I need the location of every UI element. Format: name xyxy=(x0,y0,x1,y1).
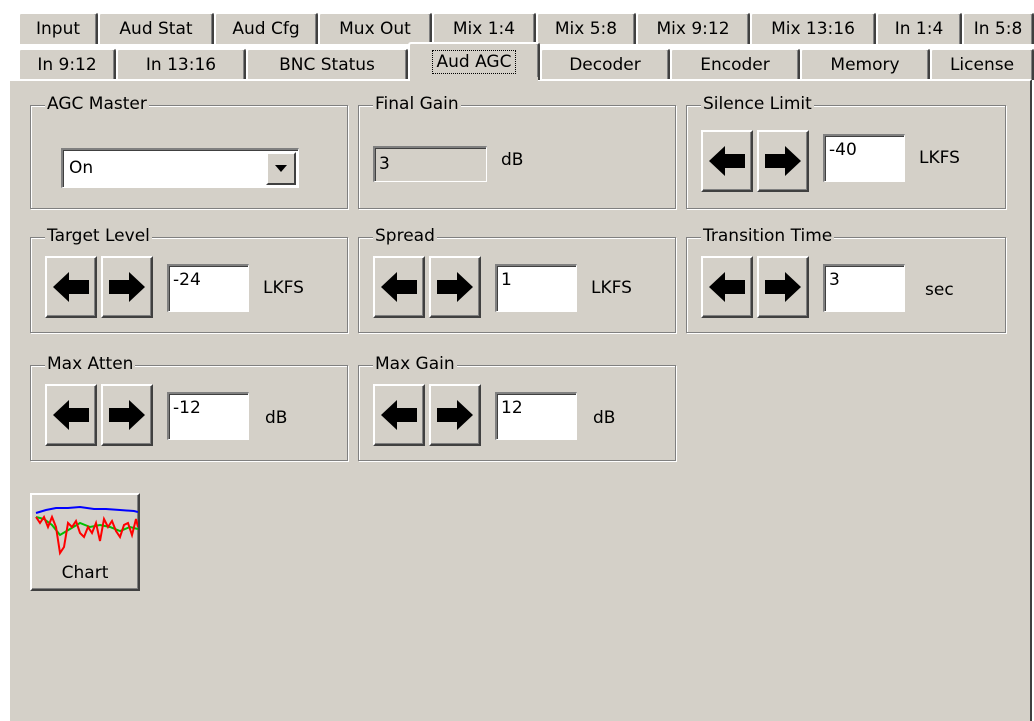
target-level-increase-button[interactable] xyxy=(101,256,153,318)
target-level-group: Target Level -24 LKFS xyxy=(30,226,348,333)
tab-aud-agc[interactable]: Aud AGC xyxy=(408,42,540,80)
right-arrow-icon xyxy=(765,272,801,302)
right-arrow-icon xyxy=(437,272,473,302)
spread-decrease-button[interactable] xyxy=(373,256,425,318)
max-gain-decrease-button[interactable] xyxy=(373,384,425,446)
agc-master-value: On xyxy=(69,158,94,178)
transition-time-input[interactable]: 3 xyxy=(823,264,905,312)
silence-limit-input[interactable]: -40 xyxy=(823,134,905,182)
final-gain-title: Final Gain xyxy=(373,94,461,114)
tab-mix-5-8[interactable]: Mix 5:8 xyxy=(536,12,636,44)
max-gain-increase-button[interactable] xyxy=(429,384,481,446)
left-arrow-icon xyxy=(53,400,89,430)
tab-encoder[interactable]: Encoder xyxy=(670,48,800,80)
right-arrow-icon xyxy=(765,146,801,176)
target-level-unit: LKFS xyxy=(263,278,304,298)
tab-aud-cfg[interactable]: Aud Cfg xyxy=(214,12,318,44)
spread-input[interactable]: 1 xyxy=(495,264,577,312)
tab-decoder[interactable]: Decoder xyxy=(540,48,670,80)
tab-in-1-4[interactable]: In 1:4 xyxy=(876,12,962,44)
max-gain-group: Max Gain 12 dB xyxy=(358,354,676,461)
max-atten-decrease-button[interactable] xyxy=(45,384,97,446)
max-gain-unit: dB xyxy=(593,408,616,428)
aud-agc-panel: AGC Master On Final Gain 3 dB Silence Li… xyxy=(8,79,1032,721)
agc-master-group: AGC Master On xyxy=(30,94,348,209)
tab-memory[interactable]: Memory xyxy=(800,48,930,80)
left-arrow-icon xyxy=(381,400,417,430)
tab-aud-stat[interactable]: Aud Stat xyxy=(98,12,214,44)
tab-mux-out[interactable]: Mux Out xyxy=(318,12,432,44)
max-atten-group: Max Atten -12 dB xyxy=(30,354,348,461)
tab-bnc-status[interactable]: BNC Status xyxy=(246,48,408,80)
active-tab-join xyxy=(410,77,538,83)
tab-in-13-16[interactable]: In 13:16 xyxy=(116,48,246,80)
silence-limit-increase-button[interactable] xyxy=(757,130,809,192)
spread-increase-button[interactable] xyxy=(429,256,481,318)
transition-time-group: Transition Time 3 sec xyxy=(686,226,1006,333)
spread-title: Spread xyxy=(373,226,437,246)
target-level-input[interactable]: -24 xyxy=(167,264,249,312)
silence-limit-group: Silence Limit -40 LKFS xyxy=(686,94,1006,209)
tab-license[interactable]: License xyxy=(930,48,1034,80)
silence-limit-decrease-button[interactable] xyxy=(701,130,753,192)
transition-time-increase-button[interactable] xyxy=(757,256,809,318)
right-arrow-icon xyxy=(437,400,473,430)
final-gain-field: 3 xyxy=(373,146,487,182)
tab-in-9-12[interactable]: In 9:12 xyxy=(18,48,116,80)
target-level-title: Target Level xyxy=(45,226,152,246)
max-atten-unit: dB xyxy=(265,408,288,428)
tab-mix-13-16[interactable]: Mix 13:16 xyxy=(750,12,876,44)
target-level-decrease-button[interactable] xyxy=(45,256,97,318)
spread-unit: LKFS xyxy=(591,278,632,298)
agc-master-select[interactable]: On xyxy=(61,148,299,188)
transition-time-decrease-button[interactable] xyxy=(701,256,753,318)
right-arrow-icon xyxy=(109,272,145,302)
max-gain-input[interactable]: 12 xyxy=(495,392,577,440)
max-atten-input[interactable]: -12 xyxy=(167,392,249,440)
agc-master-dropdown-button[interactable] xyxy=(266,152,296,185)
left-arrow-icon xyxy=(709,272,745,302)
final-gain-group: Final Gain 3 dB xyxy=(358,94,676,209)
silence-limit-title: Silence Limit xyxy=(701,94,814,114)
left-arrow-icon xyxy=(381,272,417,302)
left-arrow-icon xyxy=(709,146,745,176)
chart-button-label: Chart xyxy=(61,563,109,583)
tab-in-5-8[interactable]: In 5:8 xyxy=(962,12,1034,44)
max-atten-increase-button[interactable] xyxy=(101,384,153,446)
chart-button[interactable]: Chart xyxy=(30,493,140,591)
tab-mix-1-4[interactable]: Mix 1:4 xyxy=(432,12,536,44)
right-arrow-icon xyxy=(109,400,145,430)
agc-master-title: AGC Master xyxy=(45,94,149,114)
silence-limit-unit: LKFS xyxy=(919,148,960,168)
max-gain-title: Max Gain xyxy=(373,354,457,374)
chart-icon xyxy=(35,505,138,556)
left-arrow-icon xyxy=(53,272,89,302)
tab-mix-9-12[interactable]: Mix 9:12 xyxy=(636,12,750,44)
transition-time-unit: sec xyxy=(925,280,954,300)
spread-group: Spread 1 LKFS xyxy=(358,226,676,333)
transition-time-title: Transition Time xyxy=(701,226,835,246)
max-atten-title: Max Atten xyxy=(45,354,136,374)
tab-input[interactable]: Input xyxy=(18,12,98,44)
tab-aud-agc-label: Aud AGC xyxy=(431,50,517,74)
final-gain-unit: dB xyxy=(501,150,524,170)
chevron-down-icon xyxy=(275,164,287,172)
